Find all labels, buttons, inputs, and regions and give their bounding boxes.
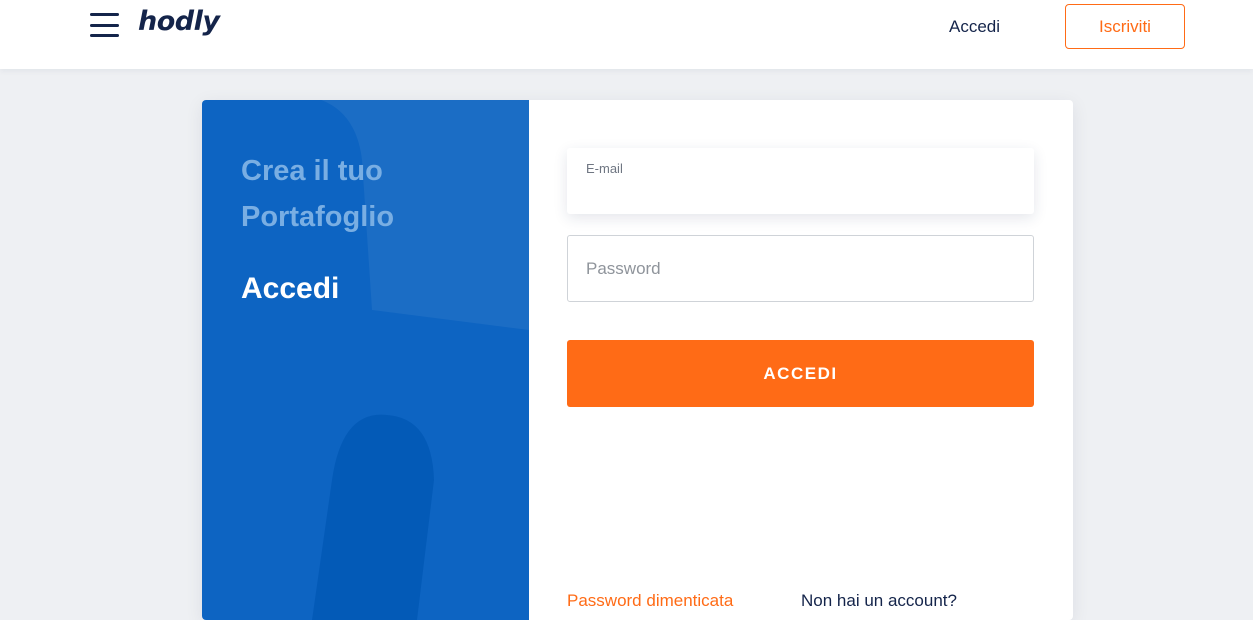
password-input[interactable] (586, 256, 1016, 282)
signup-button[interactable]: Iscriviti (1065, 4, 1185, 49)
login-section-title: Accedi (241, 272, 340, 305)
login-submit-button[interactable]: ACCEDI (567, 340, 1034, 407)
create-portfolio-link[interactable]: Crea il tuo Portafoglio (241, 148, 501, 240)
logo[interactable]: hodly (138, 6, 220, 37)
email-label: E-mail (586, 161, 623, 176)
login-link[interactable]: Accedi (949, 17, 1000, 37)
email-field[interactable]: E-mail (567, 148, 1034, 214)
forgot-password-link[interactable]: Password dimenticata (567, 591, 733, 611)
top-navbar: hodly Accedi Iscriviti (0, 0, 1253, 69)
email-input[interactable] (586, 180, 1016, 206)
password-field[interactable] (567, 235, 1034, 302)
login-form: E-mail ACCEDI Password dimenticata Non h… (529, 100, 1073, 620)
no-account-link[interactable]: Non hai un account? (801, 591, 957, 611)
side-panel: Crea il tuo Portafoglio Accedi (202, 100, 529, 620)
login-card: Crea il tuo Portafoglio Accedi E-mail AC… (202, 100, 1073, 620)
hamburger-menu-icon[interactable] (90, 13, 119, 37)
